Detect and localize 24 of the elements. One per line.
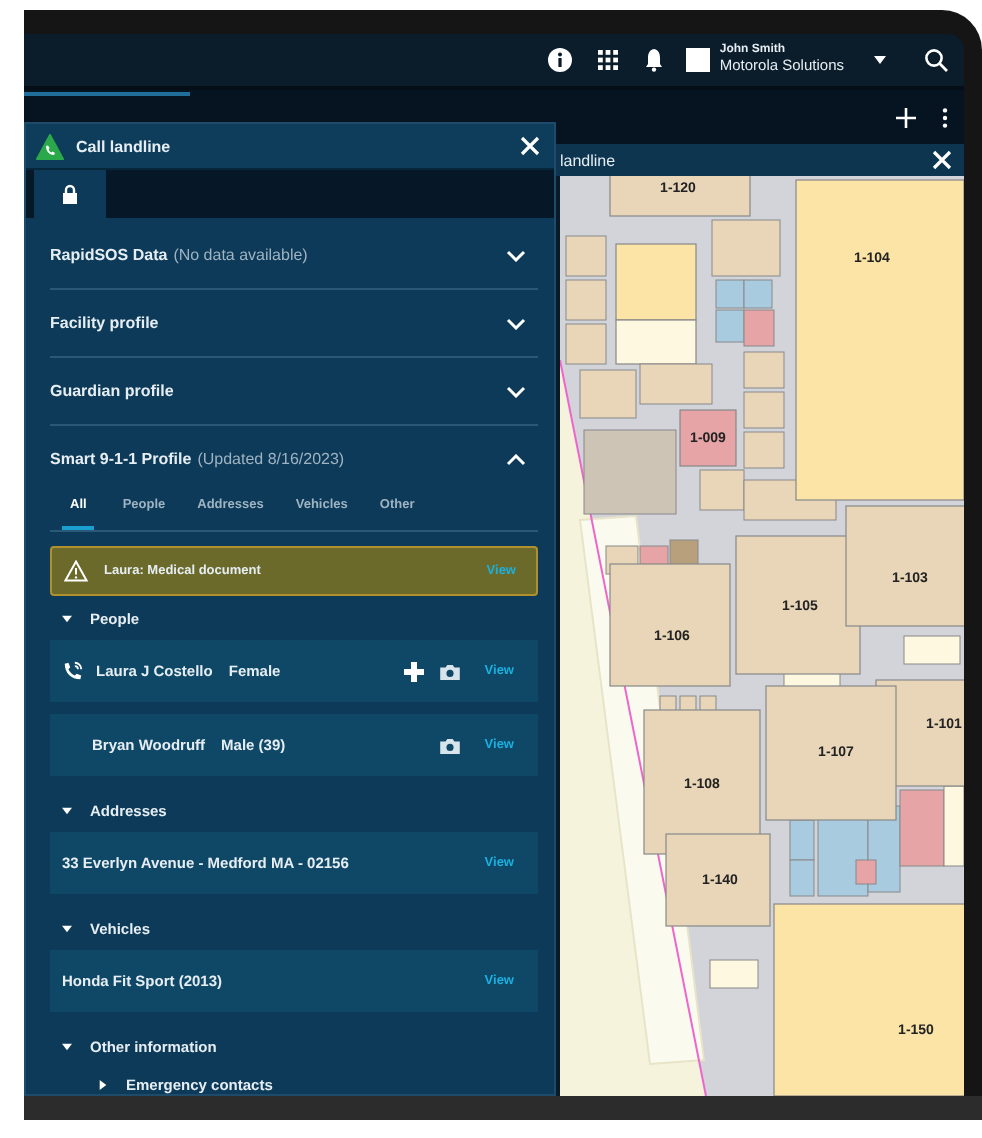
search-icon[interactable] — [924, 48, 948, 72]
section-title: Smart 9-1-1 Profile (Updated 8/16/2023) — [50, 450, 345, 468]
window-title: landline — [560, 151, 618, 169]
bell-icon[interactable] — [643, 48, 664, 72]
accordion-header[interactable]: Guardian profile — [50, 358, 538, 426]
section-title: Guardian profile — [50, 382, 174, 400]
panel-title: Call landline — [76, 137, 173, 155]
caret-icon[interactable] — [874, 56, 886, 64]
accordion-header[interactable]: Smart 9-1-1 Profile (Updated 8/16/2023) — [50, 426, 538, 492]
lock-icon — [62, 184, 78, 204]
close-icon[interactable] — [932, 150, 952, 170]
warning-icon — [64, 560, 88, 582]
close-icon[interactable] — [520, 136, 540, 156]
profile-square-icon[interactable] — [685, 48, 710, 72]
accordion-header[interactable]: RapidSOS Data (No data available) — [50, 222, 538, 290]
apps-grid-icon[interactable] — [597, 50, 618, 70]
accordion-header[interactable]: Facility profile — [50, 290, 538, 358]
info-icon[interactable] — [547, 48, 572, 72]
plus-icon[interactable] — [896, 108, 916, 128]
phone-icon — [36, 133, 64, 159]
section-title: RapidSOS Data (No data available) — [50, 246, 308, 264]
lock-tab[interactable] — [34, 170, 106, 218]
section-title: Facility profile — [50, 314, 159, 332]
more-icon[interactable] — [942, 108, 948, 128]
